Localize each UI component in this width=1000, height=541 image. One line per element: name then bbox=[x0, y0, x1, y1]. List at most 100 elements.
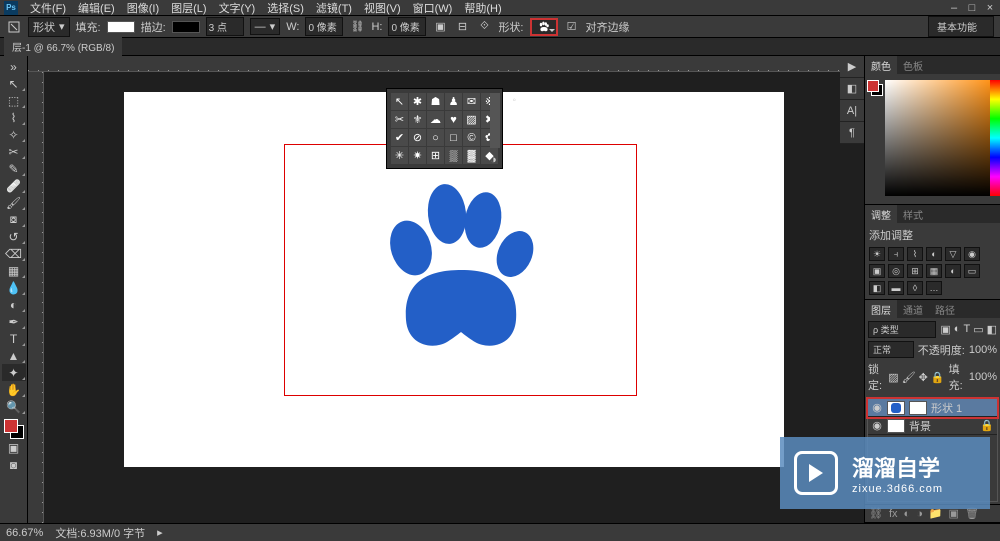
constrain-icon[interactable]: ☑ bbox=[564, 19, 580, 35]
shape-item[interactable]: © bbox=[463, 129, 480, 146]
layer-row-shape1[interactable]: ◉ 形状 1 bbox=[868, 399, 997, 417]
move-tool[interactable]: ↖ bbox=[2, 75, 26, 92]
more-adj-icon[interactable]: … bbox=[926, 281, 942, 295]
hand-tool[interactable]: ✋ bbox=[2, 381, 26, 398]
status-menu-icon[interactable]: ▸ bbox=[157, 526, 163, 539]
shape-item[interactable]: ▓ bbox=[463, 147, 480, 164]
shape-item[interactable]: ▨ bbox=[463, 111, 480, 128]
menu-type[interactable]: 文字(Y) bbox=[213, 0, 262, 16]
panel-fg-color[interactable] bbox=[867, 80, 879, 92]
photo-filter-adj-icon[interactable]: ◎ bbox=[888, 264, 904, 278]
menu-layer[interactable]: 图层(L) bbox=[165, 0, 212, 16]
expand-tools-icon[interactable]: » bbox=[2, 58, 26, 75]
layers-tab[interactable]: 图层 bbox=[865, 300, 897, 319]
zoom-tool[interactable]: 🔍 bbox=[2, 398, 26, 415]
levels-adj-icon[interactable]: ⫞ bbox=[888, 247, 904, 261]
exposure-adj-icon[interactable]: ◐ bbox=[926, 247, 942, 261]
menu-view[interactable]: 视图(V) bbox=[358, 0, 407, 16]
menu-filter[interactable]: 滤镜(T) bbox=[310, 0, 358, 16]
fx-icon[interactable]: fx bbox=[889, 508, 898, 520]
document-info[interactable]: 文档:6.93M/0 字节 bbox=[55, 525, 145, 541]
tool-preset-icon[interactable] bbox=[6, 19, 22, 35]
shape-item[interactable]: ☗ bbox=[427, 93, 444, 110]
shape-item[interactable]: ▒ bbox=[445, 147, 462, 164]
brush-tool[interactable]: 🖌 bbox=[2, 194, 26, 211]
hue-adj-icon[interactable]: ◉ bbox=[964, 247, 980, 261]
vibrance-adj-icon[interactable]: ▽ bbox=[945, 247, 961, 261]
filter-smart-icon[interactable]: ◧ bbox=[987, 323, 997, 336]
gradient-tool[interactable]: ▦ bbox=[2, 262, 26, 279]
width-input[interactable]: 0 像素 bbox=[305, 17, 343, 36]
brightness-adj-icon[interactable]: ☀ bbox=[869, 247, 885, 261]
blur-tool[interactable]: 💧 bbox=[2, 279, 26, 296]
swatches-tab[interactable]: 色板 bbox=[897, 56, 929, 75]
shape-mode-dropdown[interactable]: 形状▾ bbox=[28, 17, 70, 37]
filter-adjust-icon[interactable]: ◐ bbox=[954, 323, 961, 336]
pen-tool[interactable]: ✒ bbox=[2, 313, 26, 330]
layer-name[interactable]: 形状 1 bbox=[931, 400, 962, 416]
paragraph-panel-icon[interactable]: ¶ bbox=[840, 122, 864, 144]
adjustments-tab[interactable]: 调整 bbox=[865, 205, 897, 224]
color-tab[interactable]: 颜色 bbox=[865, 56, 897, 75]
path-select-tool[interactable]: ▲ bbox=[2, 347, 26, 364]
invert-adj-icon[interactable]: ◐ bbox=[945, 264, 961, 278]
shape-item[interactable]: ↖ bbox=[391, 93, 408, 110]
zoom-level[interactable]: 66.67% bbox=[6, 527, 43, 539]
popup-resize-handle[interactable]: ◦ bbox=[512, 95, 516, 106]
filter-type-dropdown[interactable]: ρ 类型 bbox=[868, 321, 936, 338]
bw-adj-icon[interactable]: ▣ bbox=[869, 264, 885, 278]
shape-item[interactable]: □ bbox=[445, 129, 462, 146]
shape-popup-menu-icon[interactable]: ◑ bbox=[490, 154, 500, 164]
fill-opacity-value[interactable]: 100% bbox=[969, 371, 997, 383]
color-field[interactable] bbox=[885, 80, 1000, 196]
shape-item[interactable]: ☁ bbox=[427, 111, 444, 128]
foreground-background-colors[interactable] bbox=[4, 419, 24, 439]
height-input[interactable]: 0 像素 bbox=[388, 17, 426, 36]
menu-select[interactable]: 选择(S) bbox=[261, 0, 310, 16]
filter-shape-icon[interactable]: ▭ bbox=[973, 323, 983, 336]
menu-help[interactable]: 帮助(H) bbox=[458, 0, 507, 16]
eraser-tool[interactable]: ⌫ bbox=[2, 245, 26, 262]
add-adjustment-icon[interactable]: ◑ bbox=[916, 508, 923, 520]
close-button[interactable]: × bbox=[984, 2, 996, 14]
foreground-color[interactable] bbox=[4, 419, 18, 433]
opacity-value[interactable]: 100% bbox=[969, 344, 997, 356]
workspace-switcher[interactable]: 基本功能 bbox=[928, 16, 994, 37]
menu-window[interactable]: 窗口(W) bbox=[407, 0, 459, 16]
panel-fgbg-colors[interactable] bbox=[867, 80, 883, 96]
hue-slider[interactable] bbox=[990, 80, 1000, 196]
history-brush-tool[interactable]: ↺ bbox=[2, 228, 26, 245]
channels-tab[interactable]: 通道 bbox=[897, 300, 929, 319]
threshold-adj-icon[interactable]: ◧ bbox=[869, 281, 885, 295]
posterize-adj-icon[interactable]: ▭ bbox=[964, 264, 980, 278]
shape-item[interactable]: ⊞ bbox=[427, 147, 444, 164]
paths-tab[interactable]: 路径 bbox=[929, 300, 961, 319]
properties-panel-icon[interactable]: ◧ bbox=[840, 78, 864, 100]
shape-item[interactable]: ○ bbox=[427, 129, 444, 146]
lock-all-icon[interactable]: 🔒 bbox=[931, 371, 945, 384]
lasso-tool[interactable]: ⌇ bbox=[2, 109, 26, 126]
menu-file[interactable]: 文件(F) bbox=[24, 0, 72, 16]
path-ops-icon[interactable]: ▣ bbox=[432, 19, 448, 35]
shape-item[interactable]: ♥ bbox=[445, 111, 462, 128]
curves-adj-icon[interactable]: ⌇ bbox=[907, 247, 923, 261]
filter-pixel-icon[interactable]: ▣ bbox=[940, 323, 950, 336]
styles-tab[interactable]: 样式 bbox=[897, 205, 929, 224]
lock-position-icon[interactable]: ✥ bbox=[919, 371, 928, 384]
minimize-button[interactable]: – bbox=[948, 2, 960, 14]
stroke-width-input[interactable]: 3 点 bbox=[206, 17, 244, 36]
magic-wand-tool[interactable]: ✧ bbox=[2, 126, 26, 143]
shape-popup-scrollbar[interactable] bbox=[490, 93, 500, 148]
filter-type-icon[interactable]: T bbox=[963, 323, 970, 336]
shape-item[interactable]: ⚜ bbox=[409, 111, 426, 128]
custom-shape-tool[interactable]: ✦ bbox=[2, 364, 26, 381]
shape-item[interactable]: ♟ bbox=[445, 93, 462, 110]
fill-color-swatch[interactable] bbox=[107, 21, 135, 33]
history-panel-icon[interactable]: ▶ bbox=[840, 56, 864, 78]
layer-row-background[interactable]: ◉ 背景 🔒 bbox=[868, 417, 997, 435]
dodge-tool[interactable]: ◐ bbox=[2, 296, 26, 313]
marquee-tool[interactable]: ⬚ bbox=[2, 92, 26, 109]
healing-tool[interactable]: 🩹 bbox=[2, 177, 26, 194]
shape-item[interactable]: ✂ bbox=[391, 111, 408, 128]
shape-item[interactable]: ✔ bbox=[391, 129, 408, 146]
